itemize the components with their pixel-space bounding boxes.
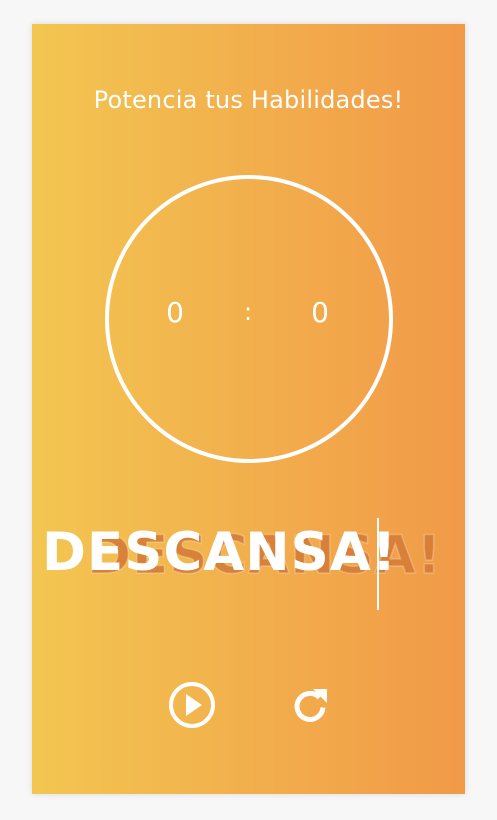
timer-seconds: 0 [311,296,329,329]
timer-controls [32,679,465,731]
status-label: DESCANSA! [42,522,398,583]
app-title: Potencia tus Habilidades! [93,86,404,114]
reset-button[interactable] [284,679,336,731]
timer-minutes: 0 [166,296,184,329]
pomodoro-card: Potencia tus Habilidades! 0 : 0 DESCANSA… [32,24,465,794]
status-display: DESCANSA! DESCANSA! [42,514,462,610]
timer-separator: : [243,298,253,326]
rotate-clockwise-icon [294,689,327,722]
text-cursor [377,518,379,610]
play-circle-icon [169,682,215,728]
play-button[interactable] [166,679,218,731]
